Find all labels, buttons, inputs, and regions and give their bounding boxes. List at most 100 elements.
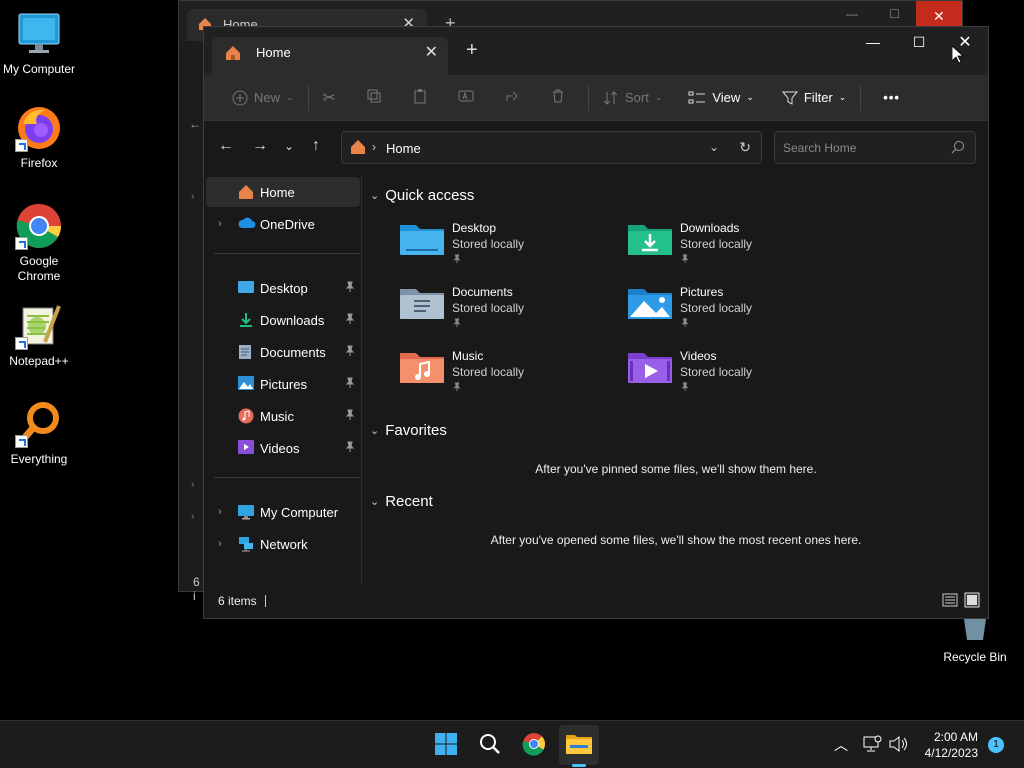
- video-icon: [238, 440, 254, 457]
- back-arrow-icon[interactable]: ←: [189, 117, 201, 131]
- address-bar[interactable]: › Home ⌄ ↻: [341, 131, 762, 164]
- sidebar-item-music[interactable]: Music: [206, 401, 360, 431]
- chevron-down-icon: ⌄: [838, 92, 847, 102]
- address-row: ← → ⌄ ↑ › Home ⌄ ↻ Search Home: [204, 121, 988, 175]
- taskbar-file-explorer[interactable]: [563, 729, 595, 761]
- system-clock[interactable]: 2:00 AM 4/12/2023: [925, 729, 978, 761]
- notification-badge[interactable]: 1: [988, 737, 1004, 753]
- quick-access-subtitle: Stored locally: [452, 365, 525, 379]
- tiles-view-button[interactable]: [964, 592, 980, 611]
- chevron-right-icon[interactable]: ›: [218, 538, 222, 550]
- quick-access-name: Videos: [680, 349, 717, 363]
- more-options-button[interactable]: •••: [875, 82, 908, 114]
- minimize-button[interactable]: —: [850, 27, 896, 57]
- sidebar-item-downloads[interactable]: Downloads: [206, 305, 360, 335]
- delete-button[interactable]: [542, 82, 574, 114]
- sidebar-item-pictures[interactable]: Pictures: [206, 369, 360, 399]
- taskbar-chrome[interactable]: [518, 729, 550, 761]
- sidebar-item-home[interactable]: Home: [206, 177, 360, 207]
- quick-access-desktop[interactable]: Desktop Stored locally: [400, 219, 600, 275]
- breadcrumb-home[interactable]: Home: [386, 141, 421, 156]
- arrow-up-icon: ↑: [312, 137, 320, 154]
- minimize-icon: —: [866, 34, 880, 50]
- maximize-button[interactable]: ☐: [896, 27, 942, 57]
- chevron-right-icon[interactable]: ›: [218, 218, 222, 230]
- desktop-icon-everything[interactable]: Everything: [0, 400, 78, 467]
- chevron-right-icon: ›: [191, 479, 195, 490]
- sidebar-item-label: Home: [260, 185, 295, 200]
- pin-icon[interactable]: [344, 377, 356, 392]
- search-input[interactable]: Search Home: [783, 141, 856, 155]
- chevron-right-icon[interactable]: ›: [218, 506, 222, 518]
- recent-header[interactable]: ⌄ Recent: [370, 493, 433, 510]
- back-button[interactable]: ←: [218, 137, 234, 155]
- cloud-icon: [238, 216, 256, 233]
- pin-icon: [452, 253, 462, 267]
- show-hidden-icons-button[interactable]: ︿: [834, 735, 848, 755]
- tab-home[interactable]: Home ✕: [212, 37, 448, 75]
- pin-icon[interactable]: [344, 409, 356, 424]
- paste-button[interactable]: [404, 82, 436, 114]
- new-button[interactable]: New ⌄: [224, 82, 302, 114]
- desktop-icon-firefox[interactable]: Firefox: [0, 104, 78, 171]
- explorer-window[interactable]: Home ✕ + — ☐ ✕ New ⌄ ✂ Sort ⌄ View ⌄ Fil…: [203, 26, 989, 619]
- sidebar-item-network[interactable]: › Network: [206, 529, 360, 559]
- firefox-icon: [15, 104, 63, 152]
- network-status-icon[interactable]: [862, 735, 882, 756]
- favorites-header[interactable]: ⌄ Favorites: [370, 422, 447, 439]
- filter-button[interactable]: Filter ⌄: [774, 82, 854, 114]
- navigation-pane: Home › OneDrive Desktop Downloads Docume…: [204, 175, 362, 585]
- refresh-icon[interactable]: ↻: [739, 139, 751, 156]
- new-tab-button[interactable]: +: [466, 39, 478, 62]
- quick-access-header[interactable]: ⌄ Quick access: [370, 187, 474, 204]
- search-box[interactable]: Search Home: [774, 131, 976, 164]
- minimize-icon[interactable]: —: [846, 7, 858, 21]
- share-icon: [504, 88, 520, 107]
- clipboard-icon: [412, 88, 428, 107]
- quick-access-documents[interactable]: Documents Stored locally: [400, 283, 600, 339]
- sidebar-item-my-computer[interactable]: › My Computer: [206, 497, 360, 527]
- share-button[interactable]: [496, 82, 528, 114]
- sidebar-item-onedrive[interactable]: › OneDrive: [206, 209, 360, 239]
- close-button[interactable]: ✕: [942, 27, 988, 57]
- chevron-up-icon: ︿: [834, 737, 848, 753]
- desktop-icon-chrome[interactable]: Google Chrome: [0, 202, 78, 284]
- sidebar-item-desktop[interactable]: Desktop: [206, 273, 360, 303]
- sort-button[interactable]: Sort ⌄: [595, 82, 670, 114]
- maximize-icon[interactable]: ☐: [889, 7, 900, 21]
- close-tab-icon[interactable]: ✕: [425, 42, 438, 62]
- sidebar-item-videos[interactable]: Videos: [206, 433, 360, 463]
- pin-icon[interactable]: [344, 441, 356, 456]
- pin-icon[interactable]: [344, 345, 356, 360]
- sidebar-item-label: Music: [260, 409, 294, 424]
- notepad-plus-plus-icon: [15, 302, 63, 350]
- everything-search-icon: [15, 400, 63, 448]
- quick-access-pictures[interactable]: Pictures Stored locally: [628, 283, 828, 339]
- recent-locations-button[interactable]: ⌄: [284, 139, 294, 153]
- desktop-icon-my-computer[interactable]: My Computer: [0, 10, 78, 77]
- view-button[interactable]: View ⌄: [680, 82, 762, 114]
- address-dropdown-icon[interactable]: ⌄: [709, 140, 719, 154]
- home-icon: [238, 184, 254, 203]
- details-view-button[interactable]: [942, 592, 958, 611]
- forward-button[interactable]: →: [252, 137, 268, 155]
- breadcrumb-separator: ›: [372, 140, 376, 154]
- quick-access-name: Downloads: [680, 221, 740, 235]
- copy-button[interactable]: [358, 82, 390, 114]
- sidebar-item-label: Downloads: [260, 313, 325, 328]
- pin-icon[interactable]: [344, 313, 356, 328]
- start-button[interactable]: [430, 729, 462, 761]
- rename-button[interactable]: [450, 82, 482, 114]
- up-button[interactable]: ↑: [312, 137, 320, 155]
- desktop-icon-notepad-plus-plus[interactable]: Notepad++: [0, 302, 78, 369]
- rename-icon: [458, 88, 474, 107]
- quick-access-downloads[interactable]: Downloads Stored locally: [628, 219, 828, 275]
- quick-access-videos[interactable]: Videos Stored locally: [628, 347, 828, 403]
- sidebar-item-documents[interactable]: Documents: [206, 337, 360, 367]
- plus-circle-icon: [232, 90, 248, 106]
- search-button[interactable]: [474, 729, 506, 761]
- quick-access-music[interactable]: Music Stored locally: [400, 347, 600, 403]
- volume-icon[interactable]: [888, 735, 908, 756]
- cut-button[interactable]: ✂: [315, 82, 344, 114]
- pin-icon[interactable]: [344, 281, 356, 296]
